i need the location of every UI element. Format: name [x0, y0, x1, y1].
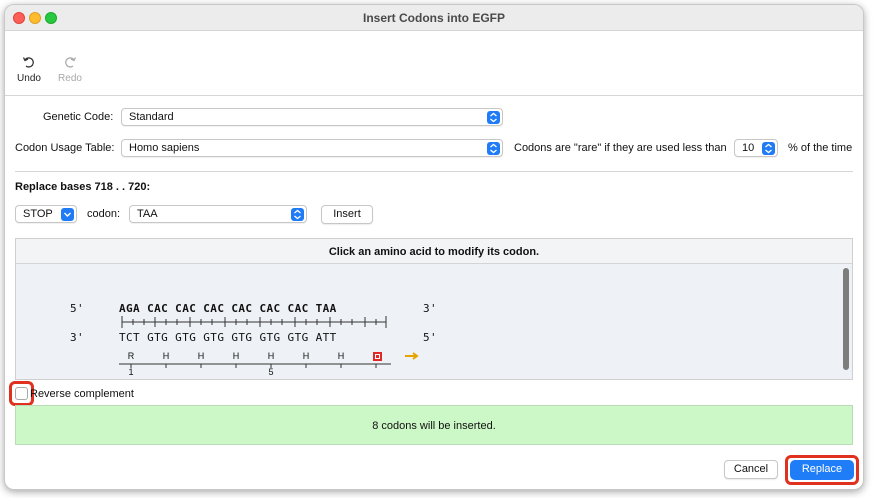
- bottom-strand-5prime: 5': [423, 331, 438, 344]
- amino-acid-value: STOP: [23, 208, 53, 220]
- rare-threshold-suffix: % of the time: [788, 142, 853, 154]
- amino-acid-select[interactable]: STOP: [15, 205, 77, 223]
- stop-codon-icon[interactable]: [373, 352, 382, 361]
- rare-threshold-value: 10: [742, 142, 755, 154]
- sequence-panel: Click an amino acid to modify its codon.…: [15, 238, 853, 380]
- amino-acid-6[interactable]: H: [299, 351, 313, 361]
- chevron-updown-icon: [487, 142, 500, 155]
- genetic-code-select[interactable]: Standard: [121, 108, 503, 126]
- amino-acid-ruler: [119, 363, 391, 368]
- amino-acid-5[interactable]: H: [264, 351, 278, 361]
- titlebar: Insert Codons into EGFP: [5, 5, 863, 31]
- genetic-code-value: Standard: [129, 111, 174, 123]
- top-strand-sequence: AGA CAC CAC CAC CAC CAC CAC TAA: [119, 302, 337, 315]
- rare-threshold-prefix: Codons are "rare" if they are used less …: [514, 142, 727, 154]
- codon-usage-label: Codon Usage Table:: [15, 142, 115, 154]
- codon-select[interactable]: TAA: [129, 205, 307, 223]
- codon-usage-select[interactable]: Homo sapiens: [121, 139, 503, 157]
- undo-icon: [9, 55, 49, 73]
- amino-acid-1[interactable]: R: [124, 351, 138, 361]
- rare-threshold-select[interactable]: 10: [734, 139, 778, 157]
- replace-button-highlight: [785, 455, 859, 485]
- form-separator: [15, 171, 853, 172]
- genetic-code-label: Genetic Code:: [43, 111, 114, 123]
- codon-label: codon:: [87, 208, 121, 220]
- bottom-strand-3prime: 3': [70, 331, 85, 344]
- amino-acid-3[interactable]: H: [194, 351, 208, 361]
- ruler-label-5: 5: [268, 367, 274, 377]
- undo-button[interactable]: Undo: [9, 55, 49, 84]
- cancel-button[interactable]: Cancel: [724, 460, 778, 479]
- strand-ruler: [121, 316, 387, 328]
- undo-label: Undo: [17, 73, 41, 84]
- top-strand-5prime: 5': [70, 302, 85, 315]
- insert-codons-dialog: Insert Codons into EGFP Undo Redo Geneti…: [4, 4, 864, 490]
- arrow-right-icon: [405, 352, 419, 360]
- status-message: 8 codons will be inserted.: [15, 405, 853, 445]
- bottom-strand-sequence: TCT GTG GTG GTG GTG GTG GTG ATT: [119, 331, 337, 344]
- chevron-updown-icon: [487, 111, 500, 124]
- ruler-label-1: 1: [128, 367, 134, 377]
- window-title: Insert Codons into EGFP: [362, 11, 505, 25]
- sequence-panel-header: Click an amino acid to modify its codon.: [16, 239, 852, 264]
- amino-acid-2[interactable]: H: [159, 351, 173, 361]
- chevron-down-icon: [61, 208, 74, 221]
- codon-usage-value: Homo sapiens: [129, 142, 200, 154]
- amino-acid-4[interactable]: H: [229, 351, 243, 361]
- top-strand-3prime: 3': [423, 302, 438, 315]
- redo-icon: [50, 55, 90, 73]
- redo-button[interactable]: Redo: [50, 55, 90, 84]
- chevron-updown-icon: [291, 208, 304, 221]
- sequence-scrollbar[interactable]: [843, 268, 849, 370]
- insert-button[interactable]: Insert: [321, 205, 373, 224]
- chevron-updown-icon: [762, 142, 775, 155]
- redo-label: Redo: [58, 73, 82, 84]
- amino-acid-7[interactable]: H: [334, 351, 348, 361]
- toolbar-separator: [5, 95, 863, 96]
- codon-value: TAA: [137, 208, 158, 220]
- reverse-complement-label: Reverse complement: [30, 388, 134, 400]
- replace-heading: Replace bases 718 . . 720:: [15, 181, 151, 193]
